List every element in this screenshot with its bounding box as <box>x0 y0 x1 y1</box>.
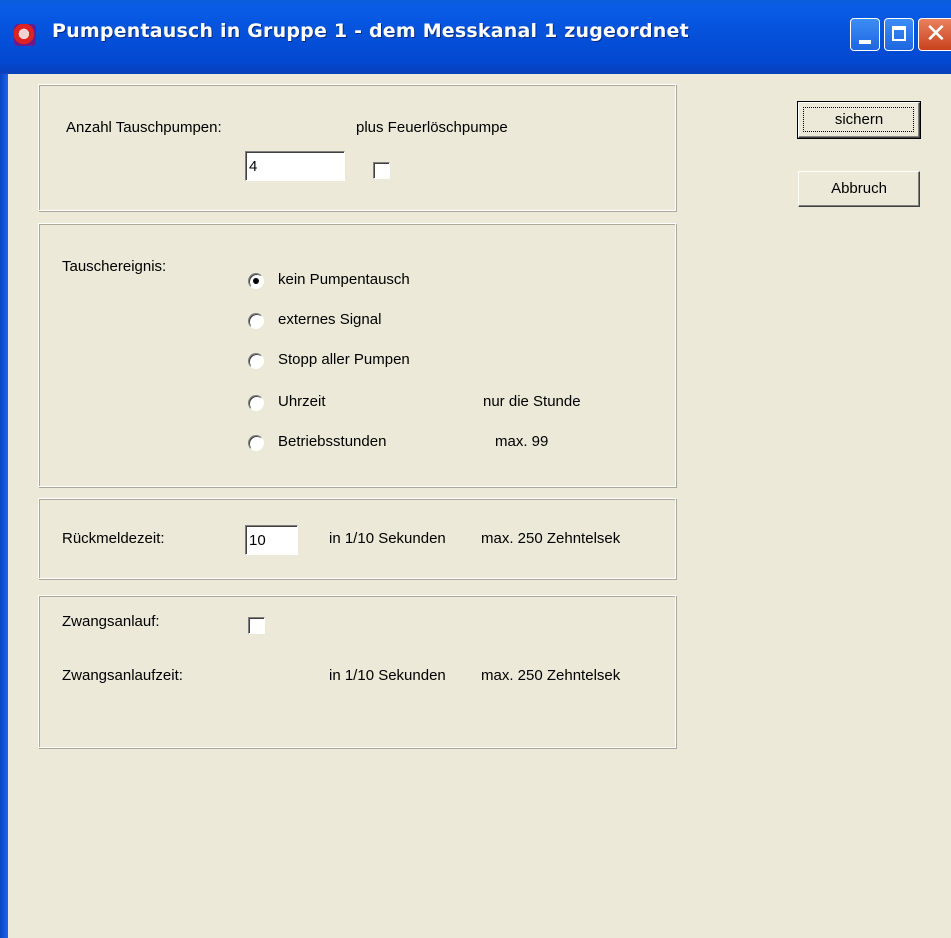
pump-count-group: Anzahl Tauschpumpen: plus Feuerlöschpump… <box>38 84 676 211</box>
radio-label-uhrzeit[interactable]: Uhrzeit <box>278 393 326 411</box>
radio-label-stopp-aller-pumpen[interactable]: Stopp aller Pumpen <box>278 351 410 369</box>
dialog-window: Pumpentausch in Gruppe 1 - dem Messkanal… <box>0 0 951 938</box>
maximize-button[interactable] <box>884 18 914 51</box>
exchange-event-group: Tauschereignis: kein Pumpentausch extern… <box>38 223 676 487</box>
minimize-icon <box>859 40 871 44</box>
exchange-event-label: Tauschereignis: <box>62 258 167 275</box>
close-button[interactable]: ✕ <box>918 18 951 51</box>
feedback-time-unit: in 1/10 Sekunden <box>329 530 446 547</box>
radio-label-kein-pumpentausch[interactable]: kein Pumpentausch <box>278 271 410 289</box>
pump-count-input[interactable] <box>245 151 345 181</box>
window-title: Pumpentausch in Gruppe 1 - dem Messkanal… <box>52 20 689 42</box>
uhrzeit-note: nur die Stunde <box>483 393 581 410</box>
cancel-button[interactable]: Abbruch <box>798 171 920 207</box>
forced-start-time-label: Zwangsanlaufzeit: <box>62 667 183 684</box>
title-bar[interactable]: Pumpentausch in Gruppe 1 - dem Messkanal… <box>0 0 951 74</box>
radio-label-externes-signal[interactable]: externes Signal <box>278 311 381 329</box>
radio-betriebsstunden[interactable] <box>248 435 264 451</box>
radio-kein-pumpentausch[interactable] <box>248 273 264 289</box>
cancel-button-label: Abbruch <box>831 180 887 197</box>
forced-start-unit: in 1/10 Sekunden <box>329 667 446 684</box>
radio-label-betriebsstunden[interactable]: Betriebsstunden <box>278 433 386 451</box>
minimize-button[interactable] <box>850 18 880 51</box>
feedback-time-max: max. 250 Zehntelsek <box>481 530 621 547</box>
app-logo-icon[interactable] <box>14 24 36 46</box>
feedback-time-input[interactable] <box>245 525 298 555</box>
fire-pump-checkbox[interactable] <box>373 162 390 179</box>
forced-start-max: max. 250 Zehntelsek <box>481 667 621 684</box>
close-icon: ✕ <box>925 19 947 49</box>
fire-pump-label: plus Feuerlöschpumpe <box>356 119 508 136</box>
forced-start-group: Zwangsanlauf: Zwangsanlaufzeit: in 1/10 … <box>38 595 676 748</box>
window-frame-left <box>0 74 8 938</box>
pump-count-label: Anzahl Tauschpumpen: <box>66 119 222 136</box>
feedback-time-group: Rückmeldezeit: in 1/10 Sekunden max. 250… <box>38 498 676 579</box>
forced-start-checkbox[interactable] <box>248 617 265 634</box>
feedback-time-label: Rückmeldezeit: <box>62 530 165 547</box>
save-button[interactable]: sichern <box>797 101 921 139</box>
radio-stopp-aller-pumpen[interactable] <box>248 353 264 369</box>
forced-start-label: Zwangsanlauf: <box>62 613 160 630</box>
save-button-label: sichern <box>834 111 884 128</box>
betriebsstunden-note: max. 99 <box>495 433 549 450</box>
radio-uhrzeit[interactable] <box>248 395 264 411</box>
radio-externes-signal[interactable] <box>248 313 264 329</box>
maximize-icon <box>892 26 906 41</box>
